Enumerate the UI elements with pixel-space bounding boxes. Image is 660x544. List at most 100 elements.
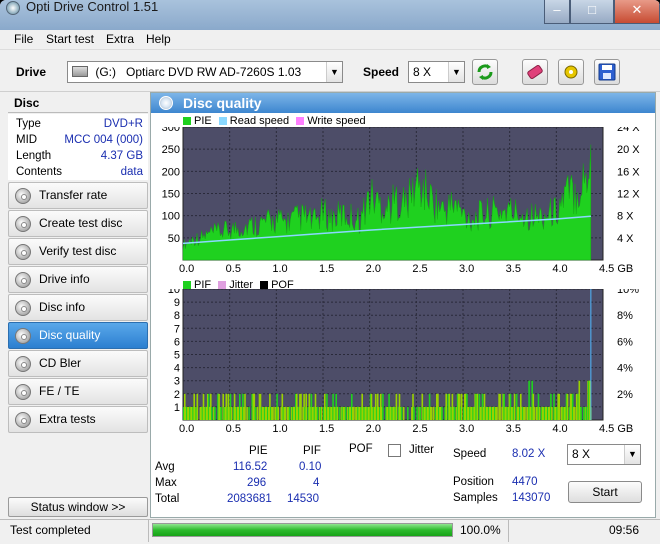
panel-title: Disc quality (183, 95, 262, 111)
pif-bar (277, 406, 279, 420)
nav-disc-info[interactable]: Disc info (8, 294, 148, 321)
pif-bar (582, 406, 585, 420)
nav-extra-tests[interactable]: Extra tests (8, 406, 148, 433)
pif-bar (230, 406, 233, 420)
nav-transfer-rate[interactable]: Transfer rate (8, 182, 148, 209)
disc-icon (15, 188, 31, 204)
pif-bar (476, 393, 479, 420)
menu-bar: File Start test Extra Help (0, 30, 660, 50)
pif-bar (499, 393, 501, 420)
x-tick-label: 4.0 (552, 263, 567, 275)
x-tick-label: 0.0 (179, 423, 194, 435)
y-tick-label: 100 (162, 211, 180, 223)
disc-length-key: Length (16, 150, 52, 162)
legend-read-swatch (218, 117, 227, 125)
nav-label: Verify test disc (39, 244, 117, 258)
erase-button[interactable] (522, 59, 548, 85)
pif-bar (344, 406, 347, 420)
refresh-button[interactable] (472, 59, 498, 85)
window-title: Opti Drive Control 1.51 (26, 0, 159, 14)
start-button[interactable]: Start (568, 481, 642, 503)
pif-bar (320, 406, 323, 420)
toolbar: Drive (G:) Optiarc DVD RW AD-7260S 1.03 … (0, 52, 660, 92)
stats-col-pof: POF (349, 443, 373, 455)
pif-bar (214, 406, 216, 420)
test-speed-select[interactable]: 8 X ▼ (567, 444, 641, 465)
legend-pie-label: PIE (194, 115, 212, 127)
pif-bar (538, 406, 541, 420)
maximize-button[interactable]: □ (570, 0, 614, 24)
disc-icon (15, 384, 31, 400)
pif-bar (220, 406, 222, 420)
pif-bar (400, 406, 403, 420)
pif-bar (551, 406, 553, 420)
nav-label: FE / TE (39, 384, 80, 398)
legend-read-label: Read speed (229, 115, 290, 127)
position-value: 4470 (512, 476, 538, 488)
nav-create-test-disc[interactable]: Create test disc (8, 210, 148, 237)
panel-header: Disc quality (151, 93, 655, 113)
y-tick-label: 10 (168, 289, 180, 296)
nav-verify-test-disc[interactable]: Verify test disc (8, 238, 148, 265)
y-tick-label: 200 (162, 166, 180, 178)
stats-max-label: Max (155, 477, 177, 489)
app-window: Opti Drive Control 1.51 – □ ✕ File Start… (0, 0, 660, 544)
y-tick-label: 250 (162, 144, 180, 156)
nav-disc-quality[interactable]: Disc quality (8, 322, 148, 349)
legend-write-label: Write speed (307, 115, 366, 127)
y-tick-label: 300 (162, 127, 180, 134)
test-speed-select-value: 8 X (572, 447, 591, 461)
nav-cd-bler[interactable]: CD Bler (8, 350, 148, 377)
y-tick-label: 2 (174, 389, 180, 401)
pif-bar (453, 406, 456, 420)
nav-label: Disc info (39, 300, 86, 314)
chevron-down-icon: ▼ (624, 445, 640, 464)
pif-bar (248, 406, 250, 420)
stats-total-label: Total (155, 493, 180, 505)
status-window-button[interactable]: Status window >> (8, 497, 148, 517)
menu-help[interactable]: Help (146, 32, 171, 46)
menu-start-test[interactable]: Start test (46, 32, 94, 46)
y-tick-label: 50 (168, 233, 180, 245)
drive-name: Optiarc DVD RW AD-7260S 1.03 (126, 65, 302, 79)
nav-fe-te[interactable]: FE / TE (8, 378, 148, 405)
menu-extra[interactable]: Extra (106, 32, 134, 46)
drive-settings-button[interactable] (558, 59, 584, 85)
drive-select[interactable]: (G:) Optiarc DVD RW AD-7260S 1.03 ▼ (67, 61, 343, 83)
jitter-label: Jitter (409, 444, 434, 456)
jitter-checkbox[interactable] (388, 444, 401, 457)
tools-icon (564, 65, 578, 79)
stats-avg-pie: 116.52 (233, 461, 268, 473)
speed-select[interactable]: 8 X ▼ (408, 61, 465, 83)
y2-tick-label: 20 X (617, 144, 640, 156)
pif-bar (395, 393, 398, 420)
chevron-down-icon: ▼ (326, 62, 342, 82)
pif-bar (244, 393, 246, 420)
y-tick-label: 150 (162, 189, 180, 201)
pif-bar (211, 406, 213, 420)
nav-label: Transfer rate (39, 188, 108, 202)
disc-icon (15, 244, 31, 260)
save-button[interactable] (594, 59, 620, 85)
legend-pie-swatch (183, 117, 191, 125)
pif-bar (288, 406, 291, 420)
disc-header: Disc (8, 94, 148, 113)
minimize-button[interactable]: – (544, 0, 570, 24)
pif-bar (316, 406, 319, 420)
y-tick-label: 7 (174, 323, 180, 335)
nav-drive-info[interactable]: Drive info (8, 266, 148, 293)
samples-label: Samples (453, 492, 498, 504)
floppy-icon (598, 63, 616, 81)
pie-chart: 0.0 0.5 1.0 1.5 2.0 2.5 3.0 3.5 4.0 4.5 GB 300 250 2… (162, 127, 640, 275)
x-tick-label: 4.5 GB (599, 263, 633, 275)
x-tick-label: 2.0 (366, 423, 381, 435)
disc-mid-value: MCC 004 (000) (64, 134, 143, 146)
legend-pie: PIE (183, 115, 212, 127)
legend-write-swatch (296, 117, 305, 125)
menu-file[interactable]: File (14, 32, 33, 46)
pif-bar (305, 393, 307, 420)
status-bar: Test completed 100.0% 09:56 (0, 519, 660, 544)
speed-select-value: 8 X (413, 65, 432, 79)
pif-bar (533, 406, 536, 420)
close-button[interactable]: ✕ (614, 0, 660, 24)
